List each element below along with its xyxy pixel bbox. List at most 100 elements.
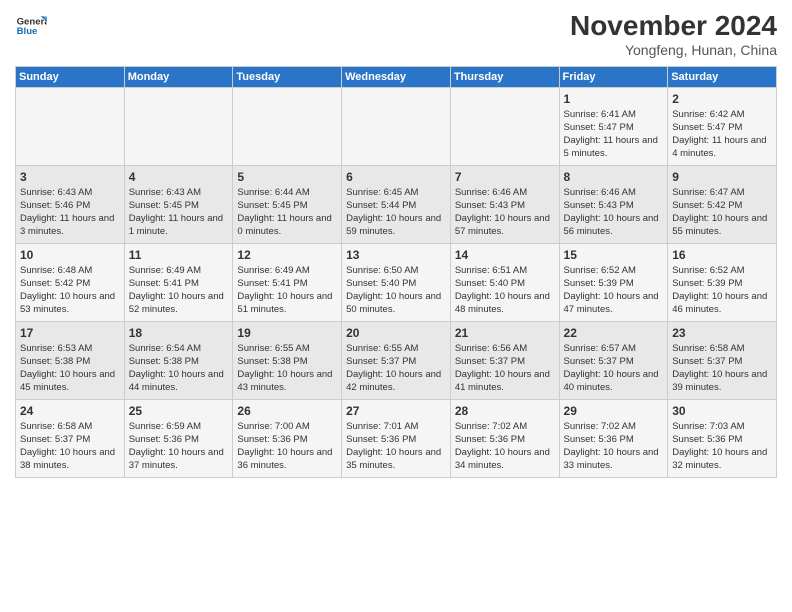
calendar-cell: 29Sunrise: 7:02 AMSunset: 5:36 PMDayligh… [559,400,668,478]
day-number: 9 [672,169,772,185]
day-info: Sunrise: 6:52 AM [564,265,664,278]
day-info: Sunrise: 6:47 AM [672,187,772,200]
day-info: Sunrise: 6:45 AM [346,187,446,200]
day-info: Sunrise: 6:57 AM [564,343,664,356]
calendar-cell: 2Sunrise: 6:42 AMSunset: 5:47 PMDaylight… [668,88,777,166]
day-info: Sunrise: 6:54 AM [129,343,229,356]
calendar-cell: 4Sunrise: 6:43 AMSunset: 5:45 PMDaylight… [124,166,233,244]
day-info: Sunrise: 6:43 AM [20,187,120,200]
calendar-cell: 27Sunrise: 7:01 AMSunset: 5:36 PMDayligh… [342,400,451,478]
day-info: Daylight: 10 hours and 51 minutes. [237,291,337,317]
calendar-cell: 28Sunrise: 7:02 AMSunset: 5:36 PMDayligh… [450,400,559,478]
title-section: November 2024 Yongfeng, Hunan, China [570,10,777,58]
day-info: Sunset: 5:36 PM [129,434,229,447]
calendar-cell: 17Sunrise: 6:53 AMSunset: 5:38 PMDayligh… [16,322,125,400]
day-number: 30 [672,403,772,419]
day-info: Sunset: 5:44 PM [346,200,446,213]
day-info: Daylight: 10 hours and 52 minutes. [129,291,229,317]
calendar-week-row: 3Sunrise: 6:43 AMSunset: 5:46 PMDaylight… [16,166,777,244]
day-info: Sunset: 5:45 PM [129,200,229,213]
calendar-table: SundayMondayTuesdayWednesdayThursdayFrid… [15,66,777,478]
day-info: Sunrise: 6:55 AM [237,343,337,356]
day-info: Sunset: 5:37 PM [455,356,555,369]
day-number: 23 [672,325,772,341]
logo-icon: General Blue [15,10,47,42]
day-info: Sunrise: 6:44 AM [237,187,337,200]
day-info: Daylight: 10 hours and 45 minutes. [20,369,120,395]
calendar-cell: 3Sunrise: 6:43 AMSunset: 5:46 PMDaylight… [16,166,125,244]
day-number: 16 [672,247,772,263]
page-header: General Blue November 2024 Yongfeng, Hun… [15,10,777,58]
day-info: Sunset: 5:36 PM [346,434,446,447]
location: Yongfeng, Hunan, China [570,42,777,58]
day-info: Daylight: 10 hours and 48 minutes. [455,291,555,317]
calendar-week-row: 17Sunrise: 6:53 AMSunset: 5:38 PMDayligh… [16,322,777,400]
calendar-cell: 15Sunrise: 6:52 AMSunset: 5:39 PMDayligh… [559,244,668,322]
col-header-monday: Monday [124,67,233,88]
calendar-cell: 22Sunrise: 6:57 AMSunset: 5:37 PMDayligh… [559,322,668,400]
calendar-cell: 21Sunrise: 6:56 AMSunset: 5:37 PMDayligh… [450,322,559,400]
calendar-cell: 20Sunrise: 6:55 AMSunset: 5:37 PMDayligh… [342,322,451,400]
day-info: Sunset: 5:43 PM [564,200,664,213]
day-info: Sunset: 5:38 PM [20,356,120,369]
day-number: 28 [455,403,555,419]
day-number: 7 [455,169,555,185]
day-info: Daylight: 10 hours and 38 minutes. [20,447,120,473]
day-info: Sunset: 5:42 PM [672,200,772,213]
day-info: Sunset: 5:36 PM [672,434,772,447]
day-number: 8 [564,169,664,185]
day-info: Sunrise: 6:46 AM [455,187,555,200]
day-info: Sunrise: 6:50 AM [346,265,446,278]
day-info: Sunset: 5:43 PM [455,200,555,213]
day-info: Daylight: 10 hours and 44 minutes. [129,369,229,395]
day-info: Sunrise: 7:02 AM [564,421,664,434]
day-number: 3 [20,169,120,185]
day-info: Daylight: 11 hours and 3 minutes. [20,213,120,239]
day-info: Daylight: 10 hours and 59 minutes. [346,213,446,239]
day-info: Sunset: 5:39 PM [672,278,772,291]
calendar-cell: 13Sunrise: 6:50 AMSunset: 5:40 PMDayligh… [342,244,451,322]
day-info: Sunrise: 6:59 AM [129,421,229,434]
calendar-cell: 12 Sunrise: 6:49 AMSunset: 5:41 PMDayligh… [233,244,342,322]
day-info: Daylight: 10 hours and 56 minutes. [564,213,664,239]
calendar-cell: 8 Sunrise: 6:46 AMSunset: 5:43 PMDaylight… [559,166,668,244]
day-info: Sunrise: 6:46 AM [564,187,664,200]
day-info: Sunrise: 6:43 AM [129,187,229,200]
calendar-cell [233,88,342,166]
day-info: Daylight: 10 hours and 36 minutes. [237,447,337,473]
day-info: Sunrise: 6:49 AM [237,265,337,278]
day-info: Sunset: 5:37 PM [20,434,120,447]
day-info: Sunrise: 6:49 AM [129,265,229,278]
day-number: 21 [455,325,555,341]
day-info: Daylight: 10 hours and 33 minutes. [564,447,664,473]
col-header-wednesday: Wednesday [342,67,451,88]
calendar-cell: 26Sunrise: 7:00 AMSunset: 5:36 PMDayligh… [233,400,342,478]
calendar-cell: 1Sunrise: 6:41 AMSunset: 5:47 PMDaylight… [559,88,668,166]
day-number: 12 [237,247,337,263]
calendar-cell [124,88,233,166]
day-number: 1 [564,91,664,107]
calendar-cell: 16Sunrise: 6:52 AMSunset: 5:39 PMDayligh… [668,244,777,322]
day-info: Sunset: 5:41 PM [129,278,229,291]
calendar-cell: 14Sunrise: 6:51 AMSunset: 5:40 PMDayligh… [450,244,559,322]
day-info: Sunset: 5:41 PM [237,278,337,291]
calendar-week-row: 24Sunrise: 6:58 AMSunset: 5:37 PMDayligh… [16,400,777,478]
day-info: Daylight: 10 hours and 35 minutes. [346,447,446,473]
calendar-cell: 6Sunrise: 6:45 AMSunset: 5:44 PMDaylight… [342,166,451,244]
calendar-cell: 18Sunrise: 6:54 AMSunset: 5:38 PMDayligh… [124,322,233,400]
day-number: 4 [129,169,229,185]
calendar-cell [16,88,125,166]
day-info: Sunset: 5:37 PM [564,356,664,369]
day-info: Daylight: 11 hours and 5 minutes. [564,135,664,161]
day-number: 13 [346,247,446,263]
day-info: Sunrise: 6:53 AM [20,343,120,356]
day-info: Sunset: 5:36 PM [455,434,555,447]
day-info: Sunrise: 6:58 AM [20,421,120,434]
day-info: Sunrise: 6:52 AM [672,265,772,278]
col-header-saturday: Saturday [668,67,777,88]
day-number: 29 [564,403,664,419]
day-info: Sunrise: 7:02 AM [455,421,555,434]
day-number: 14 [455,247,555,263]
day-number: 25 [129,403,229,419]
day-info: Sunset: 5:45 PM [237,200,337,213]
